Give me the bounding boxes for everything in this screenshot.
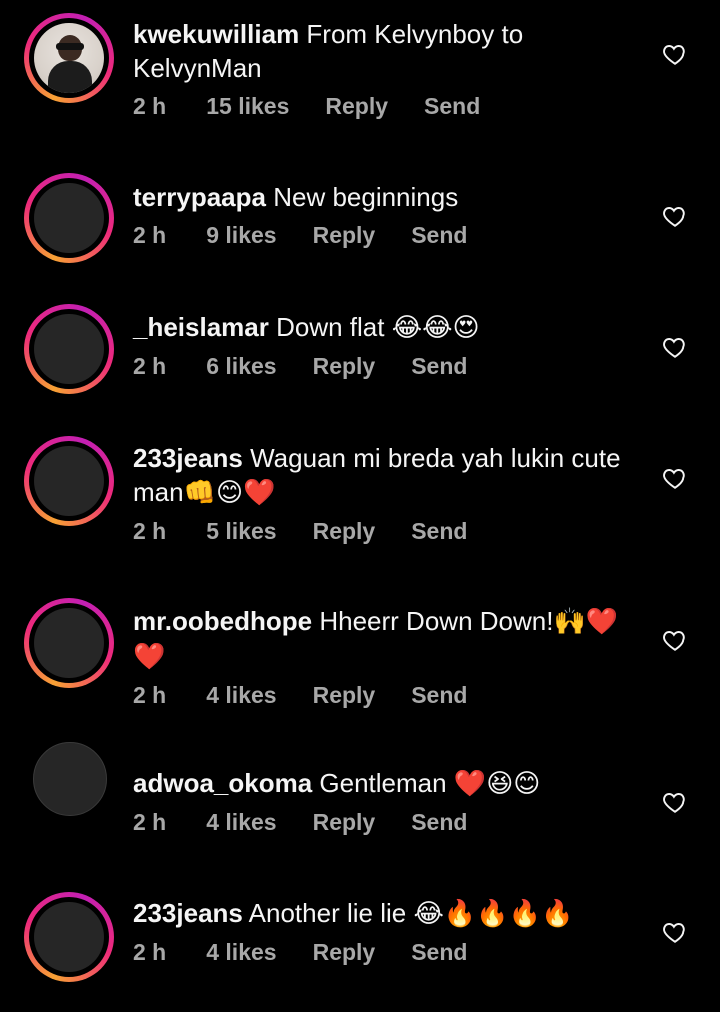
comment-username[interactable]: _heislamar xyxy=(133,312,269,342)
comment-emoji: 😂🔥🔥🔥🔥 xyxy=(413,899,574,929)
like-heart-icon[interactable] xyxy=(662,465,688,491)
comment-body: New beginnings xyxy=(273,182,459,212)
comment-likes[interactable]: 4 likes xyxy=(206,682,276,708)
comment-meta: 2 h 4 likes Reply Send xyxy=(133,807,633,837)
comment-username[interactable]: mr.oobedhope xyxy=(133,606,312,636)
avatar[interactable] xyxy=(33,742,107,816)
reply-button[interactable]: Reply xyxy=(313,518,376,544)
comment-time: 2 h xyxy=(133,518,167,544)
reply-button[interactable]: Reply xyxy=(313,353,376,379)
send-button[interactable]: Send xyxy=(411,222,467,248)
comment-time: 2 h xyxy=(133,353,167,379)
reply-button[interactable]: Reply xyxy=(313,222,376,248)
comment-likes[interactable]: 5 likes xyxy=(206,518,276,544)
comment-text: terrypaapa New beginnings xyxy=(133,180,633,214)
comment-likes[interactable]: 4 likes xyxy=(206,809,276,835)
story-ring[interactable] xyxy=(24,13,114,103)
like-heart-icon[interactable] xyxy=(662,919,688,945)
story-ring[interactable] xyxy=(24,173,114,263)
send-button[interactable]: Send xyxy=(411,809,467,835)
comment-time: 2 h xyxy=(133,809,167,835)
comment-text: mr.oobedhope Hheerr Down Down!🙌❤️❤️ xyxy=(133,604,633,674)
comment-likes[interactable]: 15 likes xyxy=(206,93,289,119)
like-heart-icon[interactable] xyxy=(662,41,688,67)
story-ring[interactable] xyxy=(24,436,114,526)
story-ring[interactable] xyxy=(24,598,114,688)
comment-time: 2 h xyxy=(133,939,167,965)
comment-text: _heislamar Down flat 😂😂😍 xyxy=(133,310,633,345)
comment-username[interactable]: terrypaapa xyxy=(133,182,266,212)
avatar-wrapper xyxy=(24,733,114,823)
comment-username[interactable]: 233jeans xyxy=(133,898,243,928)
avatar[interactable] xyxy=(34,608,104,678)
comment-time: 2 h xyxy=(133,222,167,248)
send-button[interactable]: Send xyxy=(411,939,467,965)
comment-likes[interactable]: 4 likes xyxy=(206,939,276,965)
reply-button[interactable]: Reply xyxy=(325,93,388,119)
send-button[interactable]: Send xyxy=(424,93,480,119)
comment-emoji: 👊😊❤️ xyxy=(183,478,276,508)
like-heart-icon[interactable] xyxy=(662,627,688,653)
like-heart-icon[interactable] xyxy=(662,789,688,815)
comment-text: adwoa_okoma Gentleman ❤️😆😊 xyxy=(133,766,633,801)
comment-username[interactable]: 233jeans xyxy=(133,443,243,473)
like-heart-icon[interactable] xyxy=(662,203,688,229)
story-ring[interactable] xyxy=(24,304,114,394)
comment-body: Another lie lie xyxy=(248,898,407,928)
reply-button[interactable]: Reply xyxy=(313,682,376,708)
send-button[interactable]: Send xyxy=(411,682,467,708)
comment-meta: 2 h 6 likes Reply Send xyxy=(133,351,633,381)
avatar[interactable] xyxy=(34,183,104,253)
comment-time: 2 h xyxy=(133,682,167,708)
like-heart-icon[interactable] xyxy=(662,334,688,360)
avatar[interactable] xyxy=(34,446,104,516)
comment-body: Gentleman xyxy=(319,768,447,798)
reply-button[interactable]: Reply xyxy=(313,809,376,835)
comment-meta: 2 h 5 likes Reply Send xyxy=(133,516,633,546)
comment-text: 233jeans Another lie lie 😂🔥🔥🔥🔥 xyxy=(133,896,633,931)
send-button[interactable]: Send xyxy=(411,353,467,379)
comment-text: kwekuwilliam From Kelvynboy to KelvynMan xyxy=(133,17,633,85)
avatar[interactable] xyxy=(34,902,104,972)
comment-emoji: ❤️😆😊 xyxy=(453,769,541,799)
comment-likes[interactable]: 9 likes xyxy=(206,222,276,248)
comment-meta: 2 h 15 likes Reply Send xyxy=(133,91,633,121)
comment-meta: 2 h 4 likes Reply Send xyxy=(133,937,633,967)
comment-meta: 2 h 4 likes Reply Send xyxy=(133,680,633,710)
send-button[interactable]: Send xyxy=(411,518,467,544)
comment-time: 2 h xyxy=(133,93,167,119)
comment-emoji: 😂😂😍 xyxy=(391,313,480,343)
avatar[interactable] xyxy=(34,23,104,93)
story-ring[interactable] xyxy=(24,892,114,982)
comment-meta: 2 h 9 likes Reply Send xyxy=(133,220,633,250)
comment-likes[interactable]: 6 likes xyxy=(206,353,276,379)
comment-body: Hheerr Down Down! xyxy=(319,606,554,636)
comment-username[interactable]: kwekuwilliam xyxy=(133,19,299,49)
comment-username[interactable]: adwoa_okoma xyxy=(133,768,312,798)
comment-text: 233jeans Waguan mi breda yah lukin cute … xyxy=(133,441,633,510)
comment-body: Down flat xyxy=(276,312,385,342)
reply-button[interactable]: Reply xyxy=(313,939,376,965)
avatar[interactable] xyxy=(34,314,104,384)
